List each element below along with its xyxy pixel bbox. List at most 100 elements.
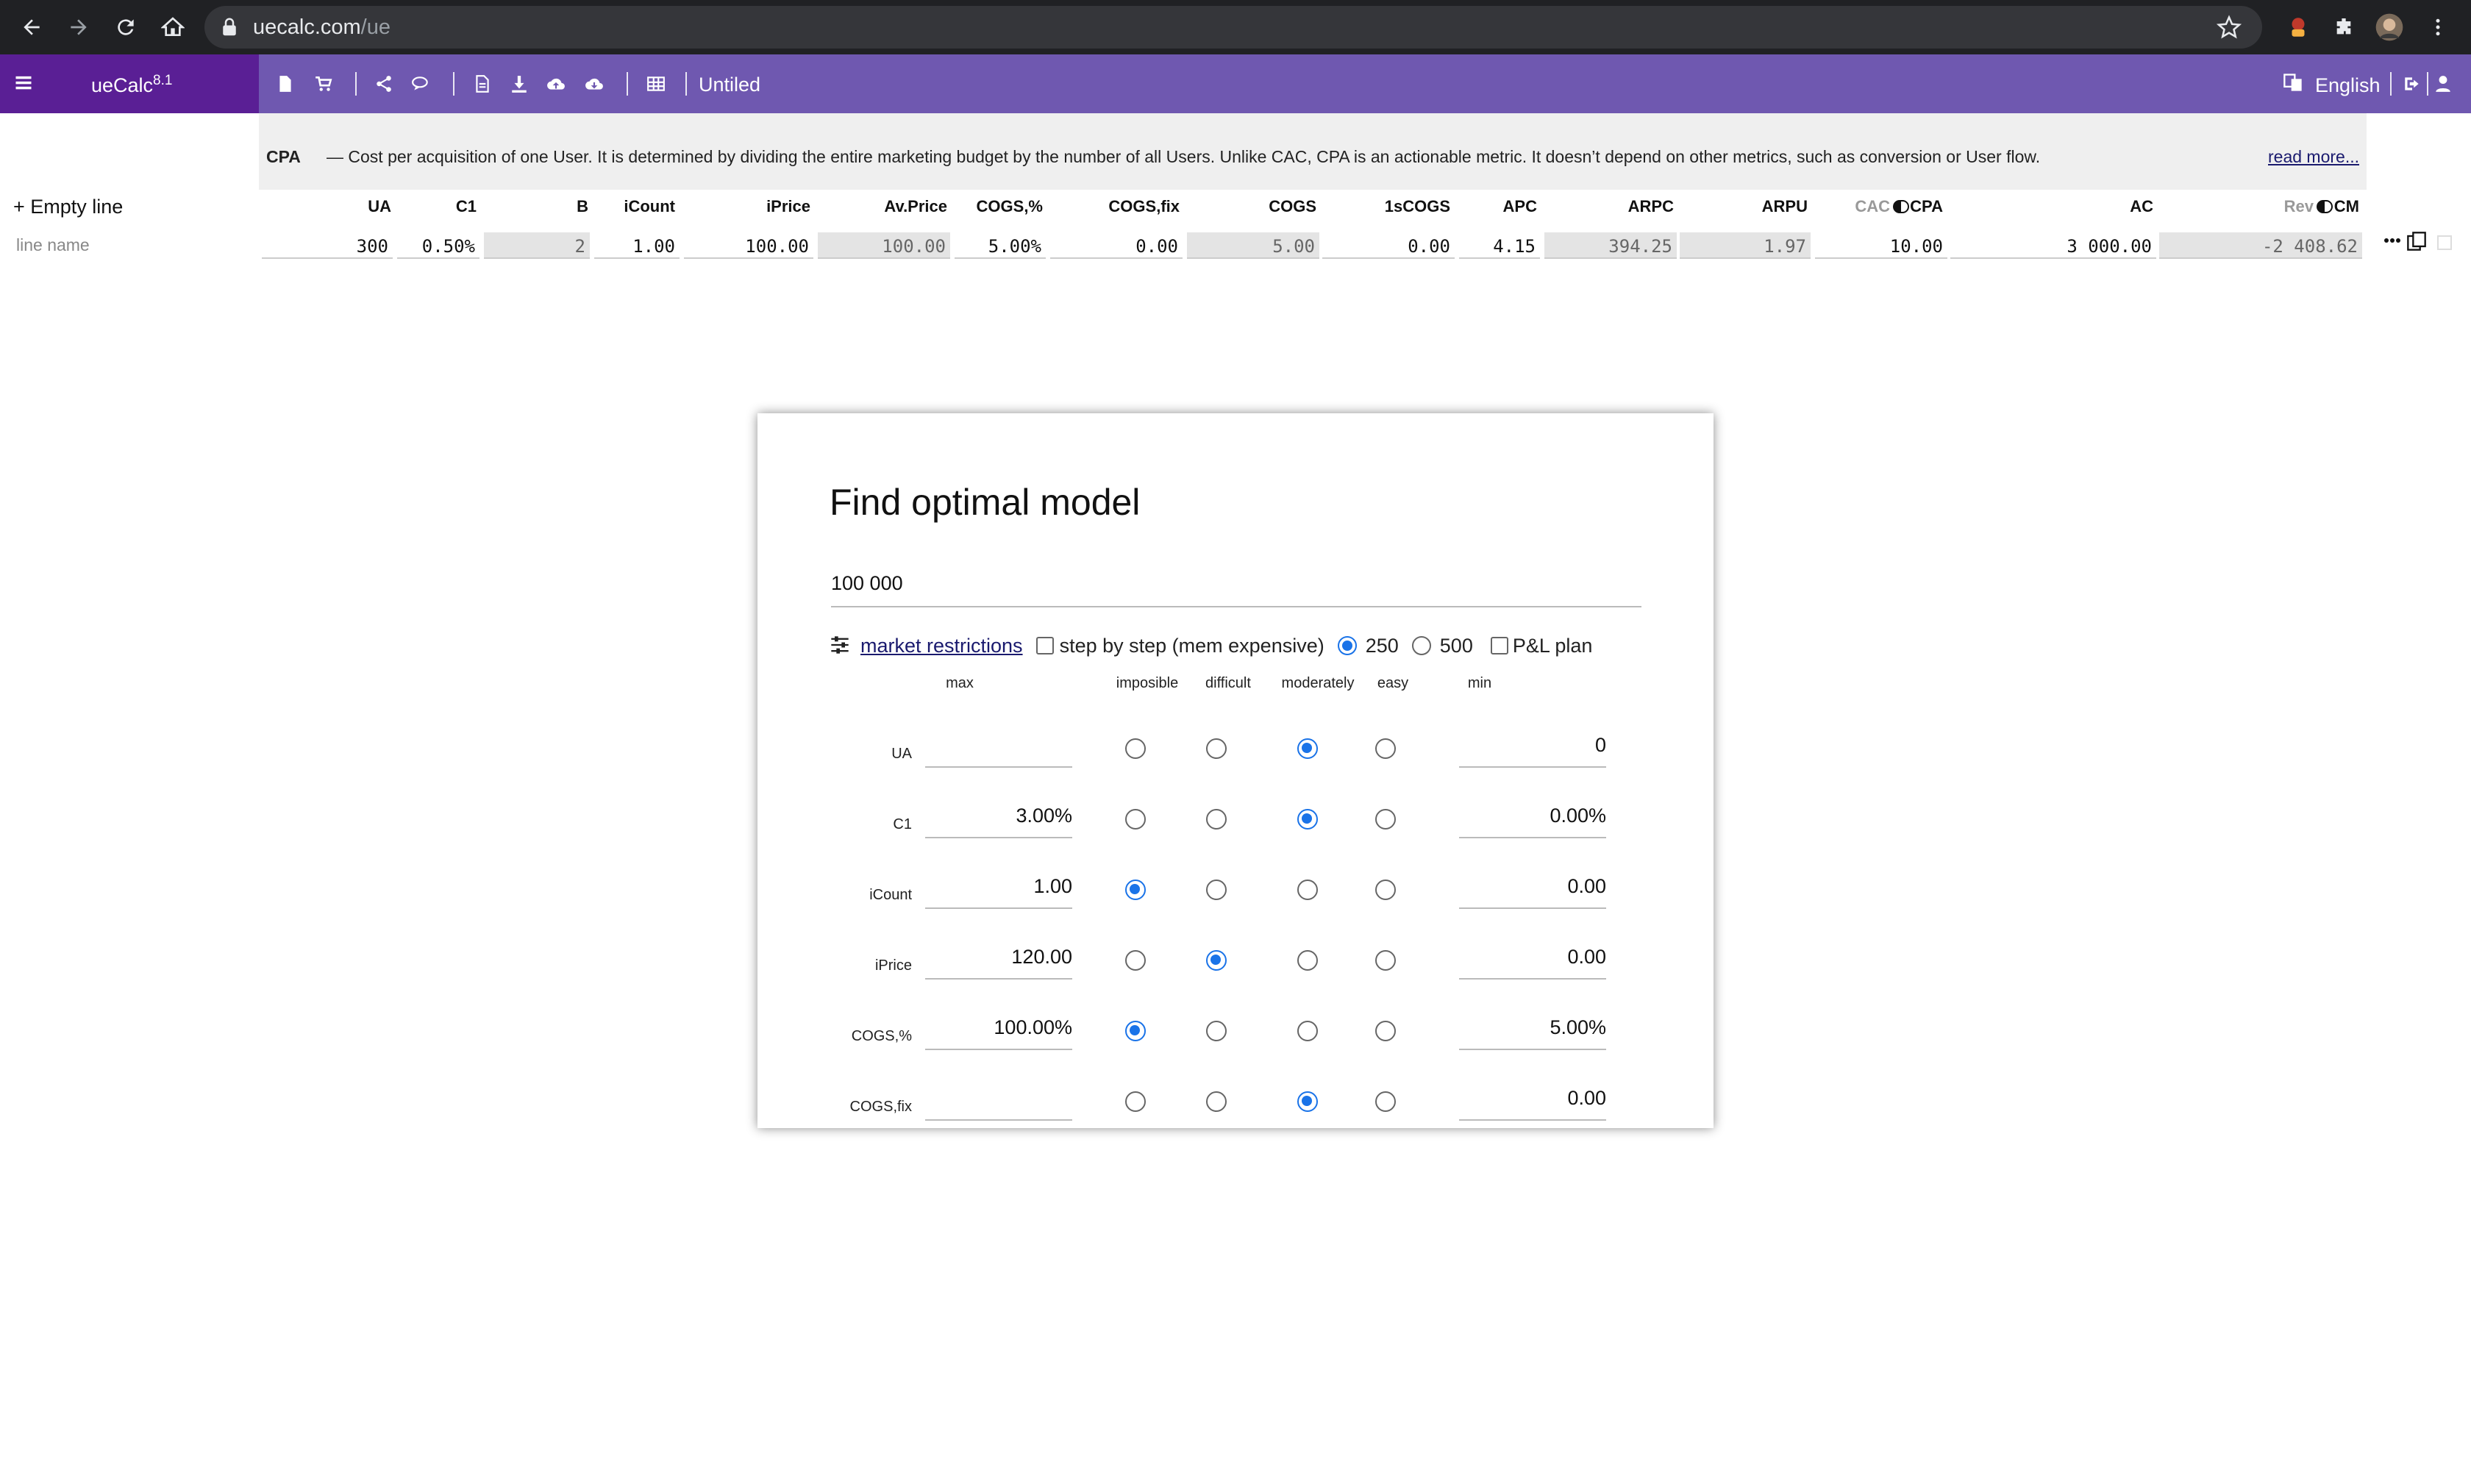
column-header[interactable]: iCount (624, 197, 675, 216)
column-header[interactable]: B (577, 197, 588, 216)
back-arrow-icon[interactable] (15, 10, 49, 44)
column-header[interactable]: ARPU (1762, 197, 1808, 216)
difficulty-radio-difficult[interactable] (1206, 950, 1227, 971)
min-input[interactable]: 0.00 (1459, 1082, 1606, 1121)
brand-logo[interactable]: ueCalc8.1 (91, 74, 172, 97)
address-bar[interactable]: uecalc.com/ue (204, 6, 2262, 49)
difficulty-radio-difficult[interactable] (1206, 1021, 1227, 1041)
option-500-radio[interactable] (1411, 636, 1431, 655)
column-header[interactable]: UA (368, 197, 391, 216)
cloud-download-icon[interactable] (581, 71, 607, 97)
table-cell[interactable]: 3 000.00 (1950, 232, 2156, 259)
difficulty-radio-imposible[interactable] (1125, 1091, 1146, 1112)
difficulty-radio-difficult[interactable] (1206, 809, 1227, 830)
table-cell[interactable]: 0.00 (1322, 232, 1455, 259)
column-header[interactable]: 1sCOGS (1385, 197, 1450, 216)
share-icon[interactable] (371, 71, 397, 97)
more-options-icon[interactable] (2383, 235, 2403, 250)
logout-icon[interactable] (2399, 71, 2425, 97)
max-input[interactable] (925, 1082, 1072, 1121)
column-header[interactable]: iPrice (766, 197, 810, 216)
max-input[interactable]: 1.00 (925, 871, 1072, 909)
table-cell[interactable]: 300 (262, 232, 393, 259)
translate-icon[interactable] (2283, 72, 2305, 94)
cloud-upload-icon[interactable] (543, 71, 569, 97)
add-empty-line-button[interactable]: + Empty line (13, 196, 123, 218)
table-cell[interactable]: 10.00 (1815, 232, 1947, 259)
table-cell[interactable]: 0.00 (1050, 232, 1183, 259)
max-input[interactable] (925, 729, 1072, 768)
hamburger-menu-icon[interactable] (13, 72, 37, 96)
column-header[interactable]: CM (2334, 197, 2359, 216)
difficulty-radio-difficult[interactable] (1206, 1091, 1227, 1112)
difficulty-radio-easy[interactable] (1375, 738, 1396, 759)
comments-icon[interactable] (407, 71, 434, 97)
line-name-input[interactable]: line name (16, 235, 90, 255)
difficulty-radio-moderately[interactable] (1297, 950, 1318, 971)
language-selector[interactable]: English (2315, 74, 2381, 97)
download-icon[interactable] (506, 71, 532, 97)
extensions-puzzle-icon[interactable] (2328, 12, 2359, 43)
step-by-step-checkbox[interactable] (1035, 637, 1054, 654)
option-250-radio[interactable] (1337, 636, 1357, 655)
max-input[interactable]: 3.00% (925, 800, 1072, 838)
column-toggle-label[interactable]: CAC (1855, 197, 1890, 216)
column-header[interactable]: COGS,% (977, 197, 1043, 216)
difficulty-radio-moderately[interactable] (1297, 1091, 1318, 1112)
difficulty-radio-moderately[interactable] (1297, 809, 1318, 830)
difficulty-radio-moderately[interactable] (1297, 880, 1318, 900)
cart-icon[interactable] (310, 71, 337, 97)
column-header[interactable]: APC (1503, 197, 1537, 216)
table-cell[interactable]: 0.50% (397, 232, 479, 259)
difficulty-radio-moderately[interactable] (1297, 1021, 1318, 1041)
column-header[interactable]: COGS (1269, 197, 1316, 216)
difficulty-radio-difficult[interactable] (1206, 738, 1227, 759)
bookmark-star-icon[interactable] (2216, 15, 2242, 40)
user-icon[interactable] (2430, 71, 2456, 97)
min-input[interactable]: 0.00% (1459, 800, 1606, 838)
metric-toggle-switch[interactable] (1893, 200, 1909, 213)
table-cell[interactable]: 4.15 (1459, 232, 1540, 259)
difficulty-radio-imposible[interactable] (1125, 809, 1146, 830)
forward-arrow-icon[interactable] (62, 10, 96, 44)
difficulty-radio-difficult[interactable] (1206, 880, 1227, 900)
difficulty-radio-easy[interactable] (1375, 1091, 1396, 1112)
min-input[interactable]: 0.00 (1459, 941, 1606, 980)
budget-input[interactable]: 100 000 (831, 572, 1641, 607)
min-input[interactable]: 5.00% (1459, 1012, 1606, 1050)
read-more-link[interactable]: read more... (2268, 147, 2359, 167)
extension-avatar-icon[interactable] (2283, 12, 2314, 43)
home-icon[interactable] (156, 10, 190, 44)
column-header[interactable]: ARPC (1628, 197, 1674, 216)
difficulty-radio-moderately[interactable] (1297, 738, 1318, 759)
browser-menu-icon[interactable] (2422, 12, 2453, 43)
column-header[interactable]: AC (2130, 197, 2153, 216)
difficulty-radio-easy[interactable] (1375, 1021, 1396, 1041)
market-restrictions-link[interactable]: market restrictions (860, 635, 1023, 657)
reload-icon[interactable] (109, 10, 143, 44)
difficulty-radio-easy[interactable] (1375, 809, 1396, 830)
difficulty-radio-easy[interactable] (1375, 880, 1396, 900)
difficulty-radio-imposible[interactable] (1125, 738, 1146, 759)
min-input[interactable]: 0 (1459, 729, 1606, 768)
min-input[interactable]: 0.00 (1459, 871, 1606, 909)
difficulty-radio-imposible[interactable] (1125, 880, 1146, 900)
difficulty-radio-imposible[interactable] (1125, 950, 1146, 971)
difficulty-radio-easy[interactable] (1375, 950, 1396, 971)
copy-icon[interactable] (2406, 231, 2428, 253)
max-input[interactable]: 120.00 (925, 941, 1072, 980)
document-title[interactable]: Untiled (699, 74, 760, 96)
row-checkbox[interactable] (2437, 235, 2452, 250)
table-cell[interactable]: 100.00 (684, 232, 813, 259)
document-icon[interactable] (469, 71, 496, 97)
column-header[interactable]: COGS,fix (1108, 197, 1180, 216)
column-header[interactable]: CPA (1910, 197, 1943, 216)
new-file-icon[interactable] (272, 71, 299, 97)
profile-avatar-icon[interactable] (2374, 12, 2405, 43)
pl-plan-checkbox[interactable] (1490, 637, 1508, 654)
column-toggle-label[interactable]: Rev (2284, 197, 2314, 216)
table-icon[interactable] (643, 71, 669, 97)
metric-toggle-switch[interactable] (2317, 200, 2333, 213)
column-header[interactable]: Av.Price (884, 197, 947, 216)
max-input[interactable]: 100.00% (925, 1012, 1072, 1050)
